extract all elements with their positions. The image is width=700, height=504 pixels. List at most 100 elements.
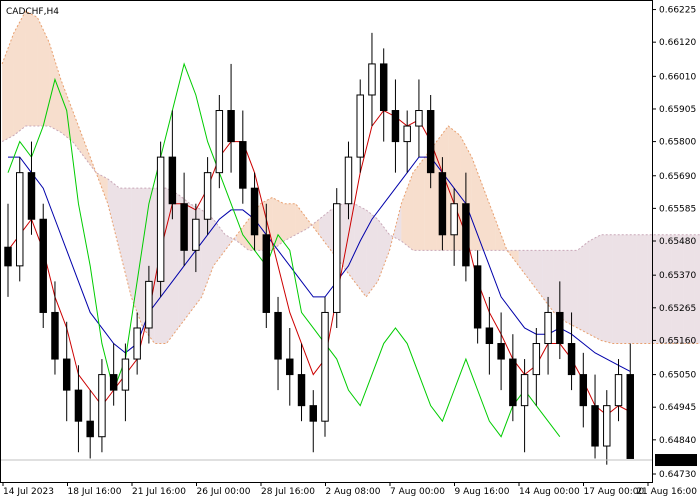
time-tick-label: 17 Aug 00:00 (584, 487, 645, 497)
price-tick-label: 0.65905 (659, 105, 696, 115)
candle-body (98, 374, 106, 438)
time-axis-border (0, 482, 653, 483)
candle-body (368, 63, 376, 96)
candle-body (473, 265, 482, 329)
candle-body (215, 110, 224, 174)
left-border (0, 0, 1, 482)
candle-body (544, 311, 552, 345)
candle-body (438, 172, 447, 236)
candle-body (415, 110, 423, 127)
top-border (0, 0, 653, 1)
price-tick-label: 0.65480 (659, 237, 696, 247)
candle-body (556, 311, 564, 345)
candle-body (626, 374, 634, 459)
candle-body (250, 187, 259, 236)
candle-body (109, 374, 118, 391)
price-tick-label: 0.66010 (659, 72, 696, 82)
price-tick-label: 0.65050 (659, 371, 696, 381)
candle-body (286, 358, 294, 376)
candle-body (509, 358, 517, 407)
candle-body (227, 110, 235, 143)
candle-body (274, 311, 282, 360)
chart-window[interactable]: 0.66225 0.66120 0.66010 0.65905 0.65800 0.656… (0, 0, 700, 500)
candle-body (309, 405, 317, 422)
cloud-segment (647, 234, 660, 344)
price-tick-label: 0.65370 (659, 271, 696, 281)
candle-body (168, 156, 177, 205)
price-tick-label: 0.65585 (659, 204, 696, 214)
current-price-tag: 0.64775 (655, 454, 697, 467)
time-tick-label: 18 Jul 16:00 (68, 487, 122, 497)
candle-body (145, 280, 153, 329)
time-tick-label: 21 Aug 16:00 (636, 487, 697, 497)
price-tick-label: 0.65690 (659, 172, 696, 182)
candle-body (520, 374, 529, 407)
cloud-segment (589, 234, 601, 341)
candle-body (403, 125, 411, 143)
price-tick-label: 0.65265 (659, 304, 696, 314)
candle-body (16, 172, 24, 267)
candle-body (379, 63, 388, 112)
candle-body (262, 234, 271, 313)
candle-body (239, 141, 247, 189)
cloud-segment (636, 234, 648, 344)
candle-body (450, 203, 458, 236)
time-tick-label: 2 Aug 08:00 (326, 487, 381, 497)
price-tick-label: 0.65160 (659, 336, 696, 346)
price-tick-label: 0.64730 (659, 470, 696, 480)
symbol-label: CADCHF,H4 (6, 7, 59, 17)
price-tick-label: 0.66225 (659, 6, 696, 16)
candle-body (321, 311, 329, 422)
candle-body (591, 405, 599, 447)
cloud-segment (683, 234, 695, 344)
candle-body (39, 218, 47, 313)
time-tick-label: 7 Aug 00:00 (390, 487, 445, 497)
candle-body (180, 203, 188, 251)
price-tick-label: 0.64840 (659, 436, 696, 446)
candle-body (485, 327, 494, 345)
cloud-segment (612, 234, 625, 344)
candle-body (74, 389, 83, 422)
cloud-segment (600, 234, 613, 344)
price-tick-label: 0.65800 (659, 138, 696, 148)
candle-body (121, 358, 130, 391)
time-tick-label: 9 Aug 16:00 (455, 487, 510, 497)
candle-body (156, 156, 165, 282)
candle-body (27, 172, 36, 220)
cloud-segment (659, 234, 672, 344)
candle-body (497, 343, 505, 360)
cloud-segment (671, 234, 684, 344)
candle-body (532, 343, 541, 376)
candle-body (391, 110, 400, 143)
candle-body (86, 420, 94, 438)
candle-body (333, 203, 341, 313)
price-axis: 0.66225 0.66120 0.66010 0.65905 0.65800 0.656… (652, 6, 696, 480)
cloud-segment (694, 234, 700, 344)
candle-body (356, 94, 364, 158)
chart-svg[interactable]: 0.66225 0.66120 0.66010 0.65905 0.65800 0.656… (0, 0, 700, 500)
candle-body (133, 327, 141, 360)
price-tick-label: 0.64945 (659, 403, 696, 413)
candle-body (297, 374, 306, 407)
candle-body (579, 374, 588, 407)
price-tick-label: 0.66120 (659, 38, 696, 48)
time-tick-label: 14 Aug 00:00 (519, 487, 580, 497)
candle-body (51, 311, 59, 360)
candle-body (462, 203, 470, 267)
time-tick-label: 21 Jul 16:00 (132, 487, 186, 497)
time-tick-label: 26 Jul 00:00 (197, 487, 251, 497)
candle-body (603, 405, 611, 447)
candle-body (192, 218, 200, 251)
candle-body (203, 172, 212, 220)
cloud-segment (624, 234, 637, 344)
candle-body (614, 374, 623, 407)
candle-body (62, 358, 71, 391)
time-tick-label: 28 Jul 16:00 (261, 487, 315, 497)
candle-body (426, 110, 435, 174)
candle-body (344, 156, 353, 205)
candle-body (4, 246, 12, 267)
time-tick-label: 14 Jul 2023 (3, 487, 54, 497)
current-price-label: 0.64775 (658, 456, 695, 466)
cloud-segment (25, 11, 38, 127)
candle-body (567, 343, 576, 376)
